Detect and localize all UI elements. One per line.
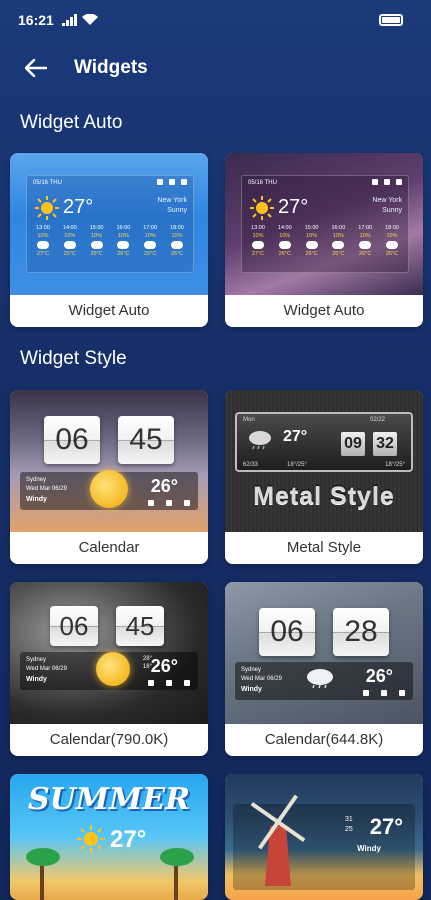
mini-weather-widget: 05/16 THU 27° New York Sunny 13:00 10% 27°C… — [26, 175, 194, 273]
hourly-forecast: 13:00 10% 27°C 14:00 10% 26°C 15:00 10% 26°C 1… — [35, 225, 184, 257]
windmill-widget-panel: 27° 31 25 Windy — [233, 794, 415, 890]
card-label: Widget Auto — [225, 295, 423, 327]
location-text: Sydney — [26, 657, 47, 663]
sun-icon — [250, 196, 274, 220]
palm-tree-left — [40, 860, 44, 900]
widget-temp: 27° — [63, 196, 94, 218]
palm-leaves-right — [160, 848, 194, 866]
location-text: Sydney — [241, 667, 262, 673]
section-title-widget-style: Widget Style — [20, 348, 127, 369]
widget-preview: 27° 31 25 Windy — [225, 774, 423, 900]
mini-weather-widget: 05/16 THU 27° New York Sunny 13:00 10% 27°C… — [241, 175, 409, 273]
battery-icon — [379, 14, 403, 26]
card-label: Calendar — [10, 532, 208, 564]
metal-range: 18°/25° — [287, 462, 307, 468]
card-label: Widget Auto — [10, 295, 208, 327]
back-arrow-icon — [25, 59, 47, 77]
widget-city: New York Sunny — [157, 197, 187, 214]
windmill-low: 25 — [345, 826, 353, 833]
metal-hum: 62/33 — [243, 462, 259, 468]
temp-text: 26° — [150, 476, 178, 496]
card-label: Calendar(790.0K) — [10, 724, 208, 756]
strip-icons — [148, 500, 190, 506]
widget-date: 05/16 THU — [248, 180, 277, 186]
widget-card-auto-storm[interactable]: 05/16 THU 27° New York Sunny 13:00 10% 27°C… — [225, 153, 423, 327]
widget-preview: 06 45 Sydney Wed Mar 06/29 Windy 28° 18°… — [10, 582, 208, 724]
clock-hour: 06 — [44, 416, 100, 464]
sun-icon — [96, 652, 130, 686]
signal-icon — [61, 14, 77, 26]
widget-date: 05/16 THU — [33, 180, 62, 186]
widget-card-calendar-moon[interactable]: 06 45 Sydney Wed Mar 06/29 Windy 28° 18°… — [10, 582, 208, 756]
card-label: Metal Style — [225, 532, 423, 564]
windmill-weather: Windy — [357, 844, 381, 853]
sun-icon — [35, 196, 59, 220]
weather-text: Windy — [26, 496, 47, 503]
section-title-widget-auto: Widget Auto — [20, 112, 123, 133]
widget-card-metal-style[interactable]: Mon 02/22 27° 09 32 62/33 18°/25° 18°/25… — [225, 390, 423, 564]
date-text: Wed Mar 06/29 — [26, 486, 67, 492]
temp-text: 26° — [365, 666, 393, 686]
metal-style-banner: Metal Style — [253, 482, 395, 510]
widget-preview: Mon 02/22 27° 09 32 62/33 18°/25° 18°/25… — [225, 390, 423, 532]
widget-card-calendar[interactable]: 06 45 Sydney Wed Mar 06/29 Windy 26° Cal… — [10, 390, 208, 564]
widget-preview: 05/16 THU 27° New York Sunny 13:00 10% 27°C… — [225, 153, 423, 295]
widget-temp: 27° — [278, 196, 309, 218]
clock-hour: 06 — [50, 606, 98, 646]
strip-icons — [148, 680, 190, 686]
widget-preview: 06 45 Sydney Wed Mar 06/29 Windy 26° — [10, 390, 208, 532]
status-time: 16:21 — [18, 12, 54, 28]
widget-preview: 06 28 Sydney Wed Mar 06/29 Windy 26° — [225, 582, 423, 724]
widget-preview: 05/16 THU 27° New York Sunny 13:00 10% 27°C… — [10, 153, 208, 295]
summer-title: SUMMER — [27, 782, 191, 817]
metal-temp: 27° — [283, 428, 308, 445]
metal-hour: 09 — [341, 432, 365, 456]
widget-card-windmill[interactable]: 27° 31 25 Windy — [225, 774, 423, 900]
cloud-icon — [307, 669, 333, 688]
clock-minute: 45 — [118, 416, 174, 464]
metal-day: Mon — [243, 417, 255, 423]
wifi-icon — [81, 14, 98, 25]
windmill-temp: 27° — [369, 814, 403, 839]
date-text: Wed Mar 06/29 — [26, 666, 67, 672]
weather-text: Windy — [26, 676, 47, 683]
card-label: Calendar(644.8K) — [225, 724, 423, 756]
signal-icons — [61, 14, 98, 26]
metal-date: 02/22 — [369, 417, 385, 423]
metal-minute: 32 — [373, 432, 397, 456]
widget-card-calendar-grey[interactable]: 06 28 Sydney Wed Mar 06/29 Windy 26° Cal… — [225, 582, 423, 756]
widget-preview: SUMMER 27° — [10, 774, 208, 900]
clock-minute: 45 — [116, 606, 164, 646]
widget-card-auto-sky[interactable]: 05/16 THU 27° New York Sunny 13:00 10% 27°C… — [10, 153, 208, 327]
location-text: Sydney — [26, 477, 47, 483]
windmill-high: 31 — [345, 816, 353, 823]
cloud-icon — [249, 431, 271, 450]
date-text: Wed Mar 06/29 — [241, 676, 282, 682]
weather-text: Windy — [241, 686, 262, 693]
widget-city: New York Sunny — [372, 197, 402, 214]
windmill-icon — [250, 794, 306, 886]
app-bar: Widgets — [0, 46, 431, 90]
back-button[interactable] — [14, 46, 58, 90]
metal-widget-panel: Mon 02/22 27° 09 32 62/33 18°/25° 18°/25… — [235, 412, 413, 472]
page-title: Widgets — [74, 57, 148, 78]
clock-minute: 28 — [333, 608, 389, 656]
clock-hour: 06 — [259, 608, 315, 656]
palm-leaves-left — [26, 848, 60, 866]
palm-tree-right — [174, 860, 178, 900]
widget-card-summer[interactable]: SUMMER 27° — [10, 774, 208, 900]
sun-icon — [90, 470, 128, 508]
temp-text: 26° — [150, 656, 178, 676]
widget-action-icons — [372, 179, 402, 185]
sun-icon — [77, 825, 105, 853]
hourly-forecast: 13:00 10% 27°C 14:00 10% 26°C 15:00 10% 26°C 1… — [250, 225, 399, 257]
widget-action-icons — [157, 179, 187, 185]
status-bar: 16:21 — [0, 0, 431, 40]
metal-range-right: 18°/25° — [385, 462, 405, 468]
strip-icons — [363, 690, 405, 696]
summer-temp: 27° — [110, 826, 147, 853]
